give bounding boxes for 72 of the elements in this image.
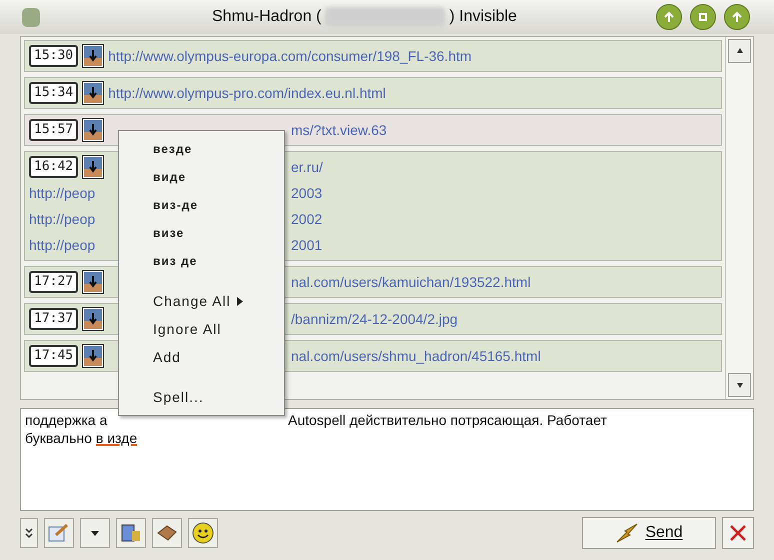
window-title: Shmu-Hadron ( [212, 7, 322, 27]
menu-item[interactable]: Change All [119, 287, 284, 315]
menu-item[interactable]: Ignore All [119, 315, 284, 343]
link-text[interactable]: http://peop [29, 208, 96, 230]
file-button[interactable] [152, 518, 182, 548]
close-button[interactable] [724, 4, 750, 30]
up-arrow-icon [736, 47, 744, 55]
app-icon [20, 5, 42, 29]
message-time: 15:57 [29, 119, 78, 141]
message-input[interactable]: поддержка а Autospell действительно потрясающая. Работает буквально в изде [20, 408, 754, 511]
double-chevron-icon [25, 527, 33, 539]
link-text[interactable]: http://www.olympus-pro.com/index.eu.nl.html [108, 82, 386, 104]
caret-icon [90, 529, 100, 537]
avatar-icon [82, 81, 104, 105]
link-text[interactable]: http://peop [29, 182, 96, 204]
package-icon [156, 523, 178, 543]
avatar-icon [82, 44, 104, 68]
menu-item[interactable]: Spell... [119, 383, 284, 411]
avatar-icon [82, 307, 104, 331]
link-text[interactable]: http://www.olympus-europa.com/consumer/198_FL-36.htm [108, 46, 472, 66]
link-text[interactable]: 2001 [291, 234, 322, 256]
link-text[interactable]: 2002 [291, 208, 322, 230]
message-time: 17:27 [29, 271, 78, 293]
input-text: буквально [25, 429, 92, 447]
menu-item[interactable]: Add [119, 343, 284, 371]
smiley-icon [192, 522, 214, 544]
menu-item[interactable]: везде [119, 135, 284, 163]
menu-item[interactable]: виз де [119, 247, 284, 275]
submenu-arrow-icon [236, 296, 243, 306]
link-text[interactable]: er.ru/ [291, 156, 323, 178]
misspelled-word: в изде [96, 429, 138, 447]
menu-item[interactable]: виз-де [119, 191, 284, 219]
avatar-icon [82, 118, 104, 142]
message-time: 15:34 [29, 82, 78, 104]
menu-item[interactable]: визе [119, 219, 284, 247]
square-icon [696, 10, 710, 24]
input-text: Autospell действительно потрясающая. Работает [288, 411, 607, 429]
link-text[interactable]: 2003 [291, 182, 322, 204]
scroll-up-button[interactable] [728, 39, 751, 63]
expand-button[interactable] [20, 518, 38, 548]
smiley-button[interactable] [188, 518, 218, 548]
close-icon [729, 524, 747, 542]
send-button[interactable]: Send [582, 517, 716, 549]
arrow-up-icon [730, 10, 744, 24]
lightning-icon [615, 522, 640, 544]
down-arrow-icon [736, 381, 744, 389]
message-time: 17:37 [29, 308, 78, 330]
message-time: 16:42 [29, 156, 78, 178]
history-button[interactable] [116, 518, 146, 548]
scrollbar[interactable] [725, 37, 753, 399]
message-time: 17:45 [29, 345, 78, 367]
book-icon [120, 523, 142, 543]
minimize-button[interactable] [656, 4, 682, 30]
window-pencil-icon [48, 523, 70, 543]
maximize-button[interactable] [690, 4, 716, 30]
edit-window-button[interactable] [44, 518, 74, 548]
arrow-up-icon [662, 10, 676, 24]
close-button[interactable] [722, 517, 754, 549]
dropdown-button[interactable] [80, 518, 110, 548]
link-text[interactable]: ms/?txt.view.63 [291, 120, 387, 140]
input-text: поддержка а [25, 411, 108, 429]
link-text[interactable]: nal.com/users/shmu_hadron/45165.html [291, 346, 541, 366]
link-text[interactable]: http://peop [29, 234, 96, 256]
menu-item[interactable]: виде [119, 163, 284, 191]
avatar-icon [82, 270, 104, 294]
avatar-icon [82, 155, 104, 179]
window-title: ) Invisible [449, 7, 517, 27]
link-text[interactable]: nal.com/users/kamuichan/193522.html [291, 272, 531, 292]
link-text[interactable]: /bannizm/24-12-2004/2.jpg [291, 308, 458, 330]
scroll-down-button[interactable] [728, 373, 751, 397]
message-time: 15:30 [29, 45, 78, 67]
avatar-icon [82, 344, 104, 368]
